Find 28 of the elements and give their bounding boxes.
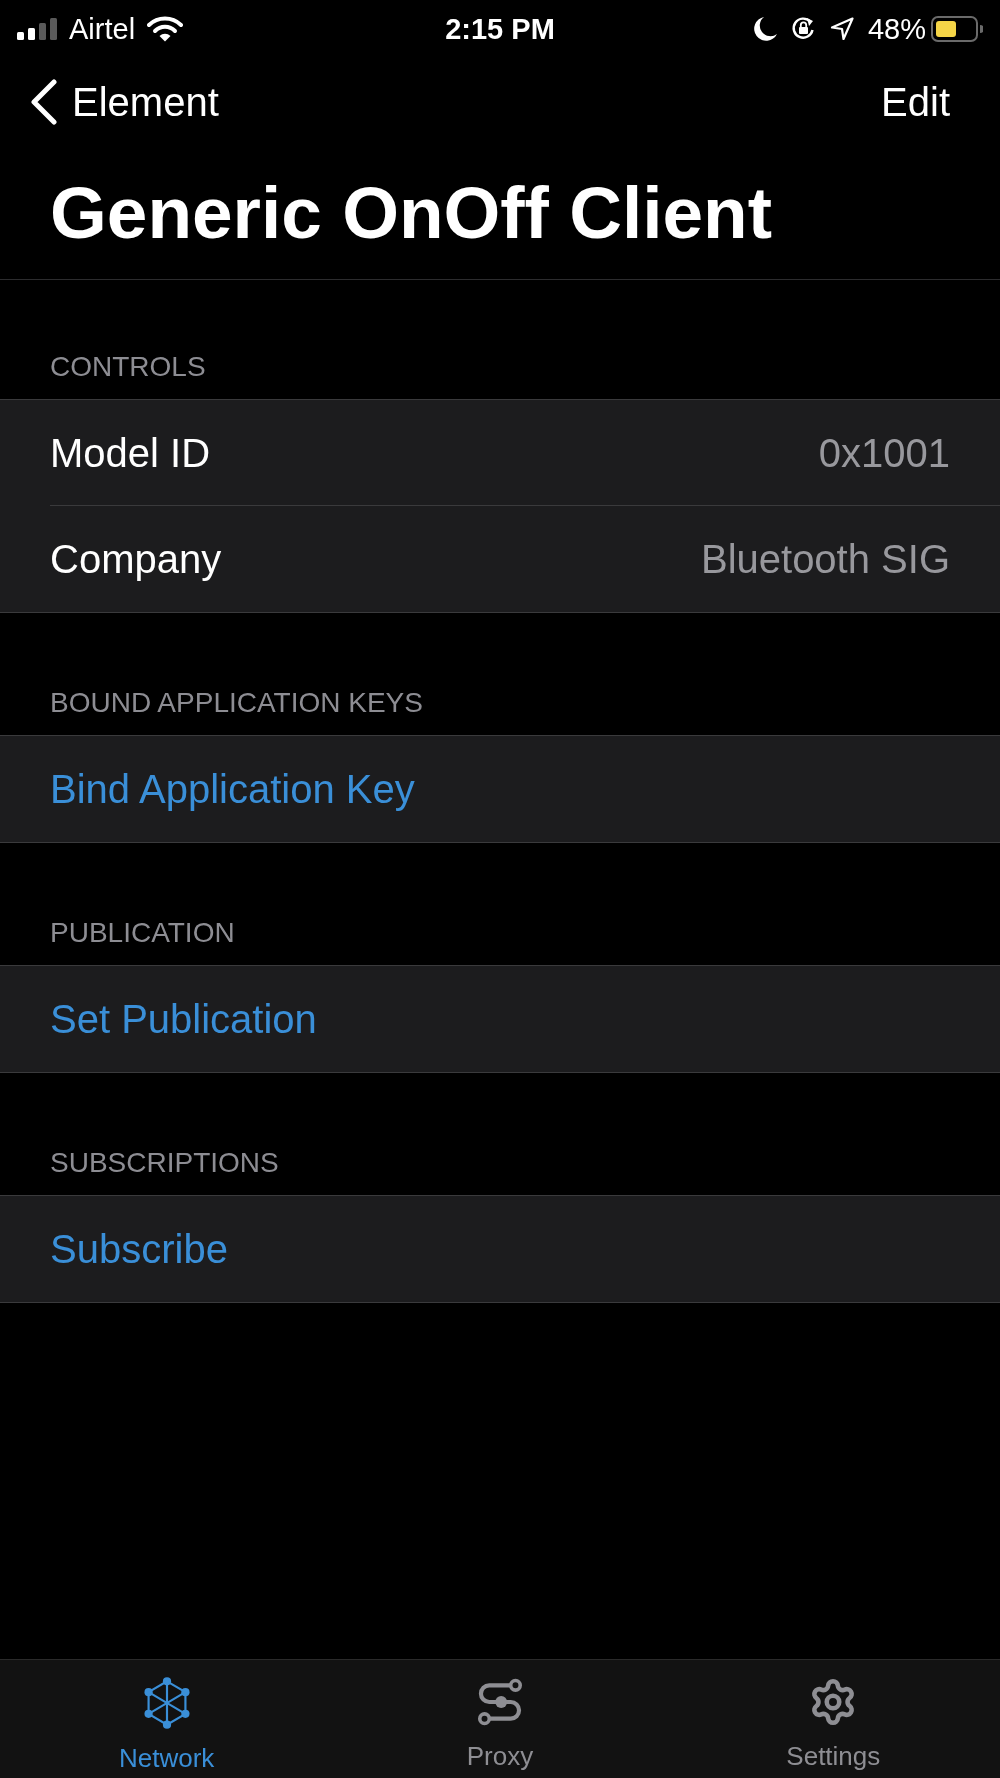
edit-button[interactable]: Edit [881,78,950,126]
section-header: BOUND APPLICATION KEYS [50,687,423,719]
row-label: Model ID [50,429,211,477]
moon-icon [753,16,777,41]
section-header: SUBSCRIPTIONS [50,1147,279,1179]
action-link[interactable]: Subscribe [50,1225,228,1273]
wifi-icon [147,15,184,42]
action-link[interactable]: Bind Application Key [50,765,415,813]
action-link[interactable]: Set Publication [50,995,317,1043]
back-button[interactable]: Element [30,78,219,126]
chevron-left-icon [30,79,58,125]
row-value: 0x1001 [818,429,950,477]
row-label: Company [50,536,222,583]
tab-item[interactable]: Proxy [466,1660,534,1778]
proxy-icon [475,1677,525,1727]
tab-item[interactable]: Settings [786,1660,881,1778]
battery-percent: 48% [867,11,926,46]
carrier-name: Airtel [69,11,136,46]
tab-item[interactable]: Network [119,1660,215,1778]
page-title: Generic OnOff Client [50,172,772,254]
location-arrow-icon [829,16,854,41]
status-time: 2:15 PM [445,11,555,46]
signal-icon [17,17,57,40]
battery-icon [931,15,983,42]
row-value: Bluetooth SIG [700,536,950,583]
section-header: PUBLICATION [50,917,235,949]
rotation-lock-icon [790,16,816,41]
section-header: CONTROLS [50,351,206,383]
